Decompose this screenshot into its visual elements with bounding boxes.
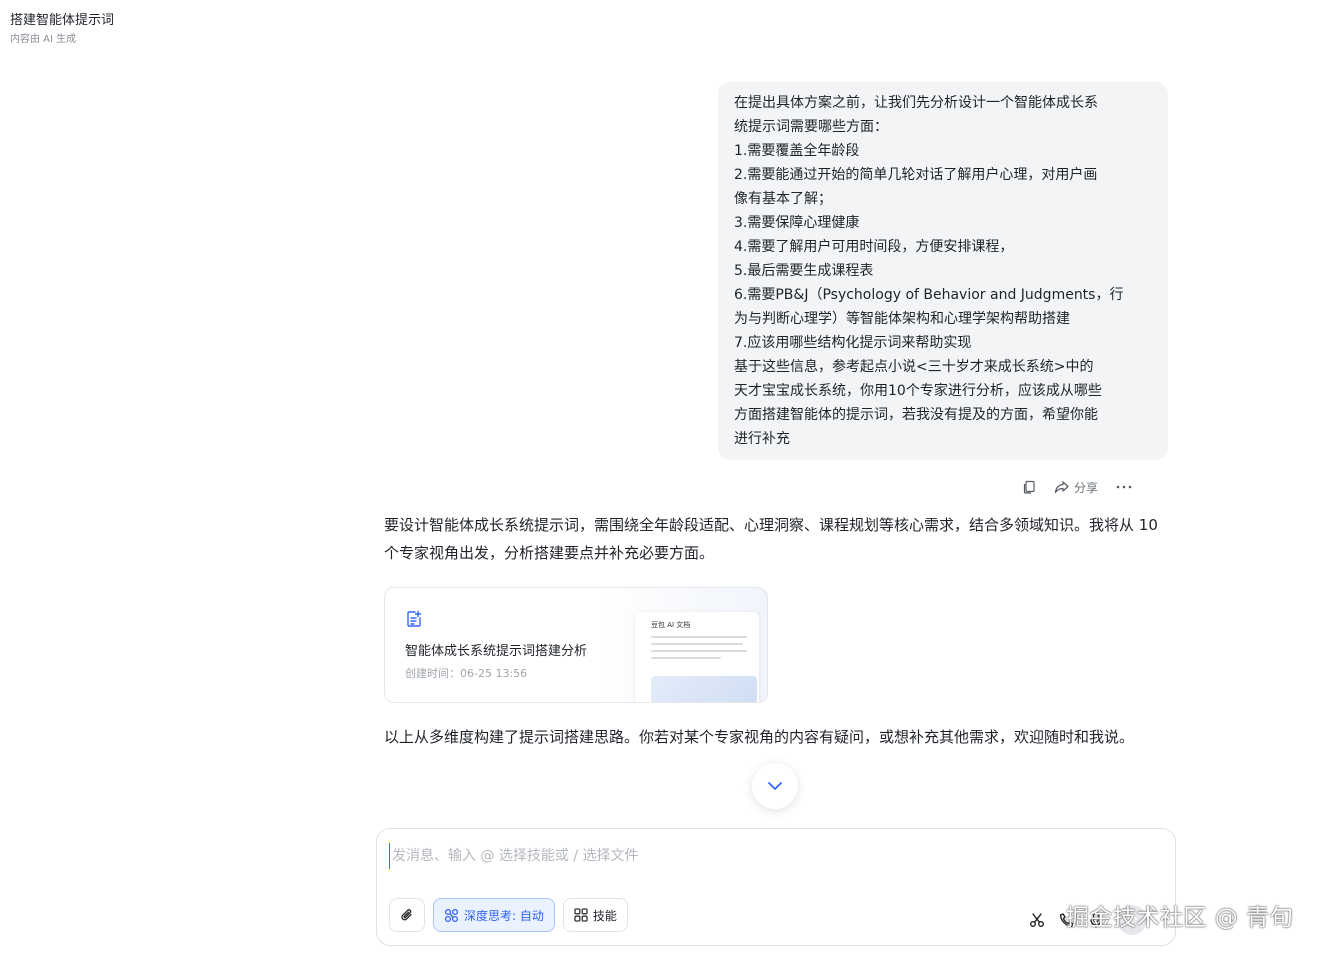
scroll-to-bottom-button[interactable]: [752, 763, 798, 809]
phone-icon: [1059, 913, 1074, 928]
composer-right-tools: [1029, 905, 1147, 935]
share-label: 分享: [1074, 480, 1099, 495]
user-message-bubble: 在提出具体方案之前，让我们先分析设计一个智能体成长系 统提示词需要哪些方面： 1…: [718, 82, 1168, 460]
preview-image: [651, 676, 757, 702]
microphone-icon: [1090, 912, 1102, 928]
user-message-line: 1.需要覆盖全年龄段: [734, 143, 860, 159]
user-message-line: 基于这些信息，参考起点小说<三十岁才来成长系统>中的: [734, 359, 1094, 375]
scissors-button[interactable]: [1029, 912, 1045, 928]
preview-line: [651, 657, 721, 659]
copy-button[interactable]: [1022, 480, 1036, 494]
chat-page: 搭建智能体提示词 内容由 AI 生成 在提出具体方案之前，让我们先分析设计一个智…: [0, 0, 1327, 954]
more-icon: [1116, 485, 1132, 489]
user-message-actions: 分享: [1022, 476, 1132, 498]
arrow-up-icon: [1127, 914, 1137, 926]
user-message-line: 3.需要保障心理健康: [734, 215, 860, 231]
conversation-header: 搭建智能体提示词 内容由 AI 生成: [10, 12, 114, 47]
user-message-line: 方面搭建智能体的提示词，若我没有提及的方面，希望你能: [734, 407, 1098, 423]
user-message-line: 5.最后需要生成课程表: [734, 263, 874, 279]
document-preview-thumbnail: 豆包 AI 文档: [635, 612, 759, 702]
skills-label: 技能: [592, 908, 617, 923]
user-message-line: 天才宝宝成长系统，你用10个专家进行分析，应该成从哪些: [734, 383, 1102, 399]
message-input[interactable]: [389, 843, 1159, 869]
attach-button[interactable]: [389, 898, 425, 932]
document-card[interactable]: 智能体成长系统提示词搭建分析 创建时间：06-25 13:56 豆包 AI 文档: [384, 587, 768, 703]
deep-think-toggle[interactable]: 深度思考: 自动: [433, 898, 555, 932]
user-message-line: 为与判断心理学）等智能体架构和心理学架构帮助搭建: [734, 311, 1070, 327]
share-button[interactable]: 分享: [1054, 479, 1098, 496]
grid-icon: [574, 908, 588, 922]
user-message-line: 4.需要了解用户可用时间段，方便安排课程，: [734, 239, 1014, 255]
more-button[interactable]: [1116, 485, 1132, 489]
user-message-line: 2.需要能通过开始的简单几轮对话了解用户心理，对用户画: [734, 167, 1098, 183]
phone-call-button[interactable]: [1059, 912, 1075, 928]
deep-think-label: 深度思考: 自动: [464, 908, 544, 923]
conversation-title: 搭建智能体提示词: [10, 13, 115, 28]
preview-title: 豆包 AI 文档: [651, 621, 691, 629]
skills-button[interactable]: 技能: [562, 898, 628, 932]
document-name: 智能体成长系统提示词搭建分析: [405, 644, 588, 659]
composer-toolbar: 深度思考: 自动 技能: [389, 898, 628, 932]
deep-think-icon: [444, 908, 459, 922]
message-composer: 深度思考: 自动 技能: [376, 828, 1176, 946]
user-message-line: 7.应该用哪些结构化提示词来帮助实现: [734, 335, 972, 351]
preview-line: [651, 643, 743, 645]
scissors-icon: [1030, 913, 1044, 927]
send-button[interactable]: [1117, 905, 1147, 935]
preview-line: [651, 650, 747, 652]
document-edit-icon: [405, 610, 423, 632]
user-message-line: 在提出具体方案之前，让我们先分析设计一个智能体成长系: [734, 95, 1098, 111]
share-icon: [1054, 481, 1069, 494]
copy-icon: [1023, 480, 1035, 494]
user-message-line: 统提示词需要哪些方面：: [734, 119, 888, 135]
user-message-line: 6.需要PB&J（Psychology of Behavior and Judg…: [734, 287, 1124, 303]
preview-line: [651, 636, 747, 638]
user-message-line: 像有基本了解；: [734, 191, 832, 207]
user-message-line: 进行补充: [734, 431, 790, 447]
document-created-time: 创建时间：06-25 13:56: [405, 667, 528, 680]
ai-generated-note: 内容由 AI 生成: [10, 34, 77, 45]
chevron-down-icon: [768, 782, 782, 790]
assistant-intro-text: 要设计智能体成长系统提示词，需围绕全年龄段适配、心理洞察、课程规划等核心需求，结…: [384, 516, 1158, 562]
voice-button[interactable]: [1089, 912, 1103, 928]
assistant-outro-text: 以上从多维度构建了提示词搭建思路。你若对某个专家视角的内容有疑问，或想补充其他需…: [384, 728, 1135, 746]
paperclip-icon: [401, 909, 412, 921]
